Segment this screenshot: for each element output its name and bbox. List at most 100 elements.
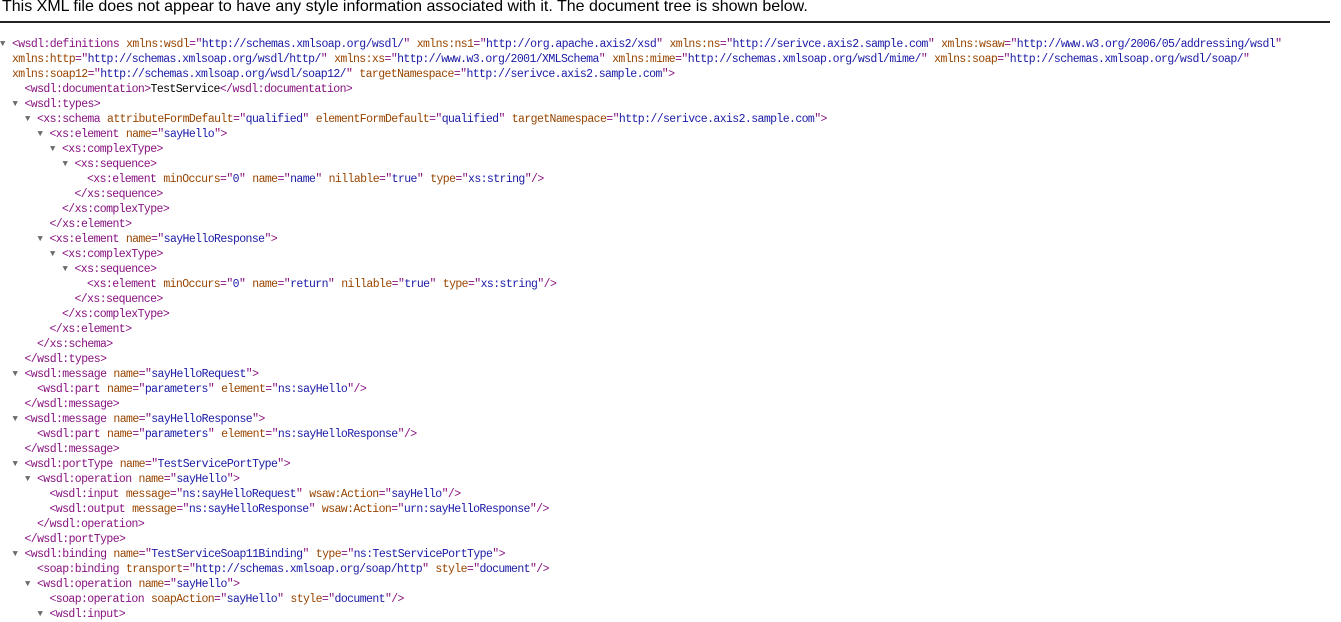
xml-attr-value: sayHello bbox=[226, 593, 278, 606]
xml-tag: <xs:complexType> bbox=[62, 248, 163, 261]
xml-tag: <soap:operation bbox=[49, 593, 145, 606]
xml-attr-name: element bbox=[221, 428, 266, 441]
xml-attr-value: ns:sayHelloResponse bbox=[188, 503, 309, 516]
xml-attr-name: name bbox=[119, 458, 146, 471]
collapse-toggle-icon[interactable]: ▼ bbox=[38, 607, 50, 622]
xml-line: </xs:element> bbox=[0, 322, 1341, 337]
xml-attr-name: name bbox=[138, 473, 165, 486]
xml-punct: =" bbox=[341, 548, 354, 561]
xml-attr-name: xmlns:soap bbox=[934, 53, 998, 66]
xml-tag: <xs:complexType> bbox=[62, 143, 163, 156]
xml-attr-value: document bbox=[334, 593, 386, 606]
xml-punct: " bbox=[320, 53, 328, 66]
xml-punct: =" bbox=[163, 473, 177, 486]
collapse-toggle-icon[interactable]: ▼ bbox=[38, 127, 50, 142]
collapse-toggle-icon[interactable]: ▼ bbox=[25, 112, 37, 127]
xml-punct: " bbox=[598, 53, 606, 66]
xml-tag: <xs:element bbox=[87, 278, 157, 291]
xml-punct: =" bbox=[606, 113, 619, 126]
xml-attr-name: wsaw:Action bbox=[309, 488, 379, 501]
xml-tag: <wsdl:message bbox=[24, 368, 108, 381]
xml-punct: " bbox=[656, 38, 663, 51]
xml-punct: =" bbox=[277, 278, 291, 291]
xml-punct: " bbox=[295, 488, 303, 501]
xml-tag: </xs:complexType> bbox=[62, 203, 170, 216]
xml-tag: <xs:sequence> bbox=[74, 263, 158, 276]
xml-punct: =" bbox=[182, 563, 196, 576]
xml-attr-value: sayHello bbox=[163, 128, 215, 141]
xml-attr-name: attributeFormDefault bbox=[107, 113, 234, 126]
collapse-toggle-icon[interactable]: ▼ bbox=[13, 412, 25, 427]
xml-attr-value: xs:string bbox=[480, 278, 538, 291]
collapse-toggle-icon[interactable]: ▼ bbox=[38, 232, 50, 247]
collapse-toggle-icon[interactable]: ▼ bbox=[50, 247, 62, 262]
xml-attr-value: sayHello bbox=[176, 578, 227, 591]
xml-punct: =" bbox=[144, 458, 158, 471]
xml-punct: " bbox=[238, 173, 246, 186]
collapse-toggle-icon[interactable]: ▼ bbox=[0, 37, 12, 52]
xml-line: </wsdl:message> bbox=[0, 442, 1341, 457]
xml-line: ▼ <xs:element name="sayHelloResponse"> bbox=[0, 232, 1341, 247]
xml-attr-value: TestServiceSoap11Binding bbox=[151, 548, 303, 561]
xml-attr-name: name bbox=[113, 368, 139, 381]
xml-attr-name: type bbox=[442, 278, 469, 291]
xml-punct: =" bbox=[87, 68, 101, 81]
xml-punct: " bbox=[207, 428, 215, 441]
xml-attr-value: sayHelloResponse bbox=[163, 233, 265, 246]
xml-line: <xs:element minOccurs="0" name="name" nilla… bbox=[0, 172, 1341, 187]
xml-attr-name: name bbox=[252, 173, 278, 186]
xml-tag: </xs:schema> bbox=[37, 338, 113, 351]
xml-attr-value: TestServicePortType bbox=[157, 458, 278, 471]
xml-attr-value: parameters bbox=[144, 383, 209, 396]
collapse-toggle-icon[interactable]: ▼ bbox=[63, 262, 75, 277]
xml-tag: <wsdl:types> bbox=[24, 98, 101, 111]
xml-attr-value: urn:sayHelloResponse bbox=[403, 503, 531, 516]
xml-tag: </xs:sequence> bbox=[74, 293, 164, 306]
xml-attr-name: xmlns:mime bbox=[612, 53, 676, 66]
collapse-toggle-icon[interactable]: ▼ bbox=[63, 157, 75, 172]
xml-punct: =" bbox=[132, 428, 145, 441]
collapse-toggle-icon[interactable]: ▼ bbox=[25, 577, 37, 592]
xml-attr-value: name bbox=[290, 173, 316, 186]
xml-tag: <wsdl:operation bbox=[37, 578, 132, 591]
xml-tag: <xs:element bbox=[49, 128, 120, 141]
xml-tag: </xs:sequence> bbox=[74, 188, 164, 201]
collapse-toggle-icon[interactable]: ▼ bbox=[13, 547, 25, 562]
collapse-toggle-icon[interactable]: ▼ bbox=[50, 142, 62, 157]
xml-attr-name: minOccurs bbox=[163, 173, 221, 186]
xml-line: </wsdl:portType> bbox=[0, 532, 1341, 547]
xml-punct: =" bbox=[265, 428, 278, 441]
collapse-toggle-icon[interactable]: ▼ bbox=[13, 457, 25, 472]
xml-attr-name: type bbox=[430, 173, 456, 186]
xml-tag: <xs:sequence> bbox=[74, 158, 158, 171]
collapse-toggle-icon[interactable]: ▼ bbox=[25, 472, 37, 487]
xml-punct: " bbox=[429, 278, 436, 291]
xml-attr-name: name bbox=[113, 413, 139, 426]
xml-punct: " bbox=[302, 548, 309, 561]
xml-punct: " bbox=[498, 113, 505, 126]
xml-attr-name: name bbox=[107, 428, 133, 441]
xml-line: ▼ <wsdl:operation name="sayHello"> bbox=[0, 472, 1341, 487]
xml-attr-name: style bbox=[435, 563, 467, 576]
xml-tag: <xs:element bbox=[87, 173, 157, 186]
xml-tag: /> bbox=[353, 383, 367, 396]
xml-attr-name: name bbox=[125, 233, 152, 246]
xml-tag: </wsdl:operation> bbox=[37, 518, 145, 531]
collapse-toggle-icon[interactable]: ▼ bbox=[13, 97, 25, 112]
xml-tag: <xs:element bbox=[49, 233, 120, 246]
xml-punct: =" bbox=[277, 173, 291, 186]
xml-tag: > bbox=[498, 548, 506, 561]
xml-punct: " bbox=[422, 563, 429, 576]
xml-attr-value: xs:string bbox=[468, 173, 525, 186]
xml-punct: =" bbox=[151, 233, 164, 246]
xml-punct: " bbox=[277, 593, 284, 606]
xml-attr-name: targetNamespace bbox=[511, 113, 607, 126]
xml-line: </xs:complexType> bbox=[0, 307, 1341, 322]
xml-tag: <wsdl:portType bbox=[24, 458, 114, 471]
xml-punct: =" bbox=[719, 38, 733, 51]
collapse-toggle-icon[interactable]: ▼ bbox=[13, 367, 25, 382]
xml-line: ▼ <xs:element name="sayHello"> bbox=[0, 127, 1341, 142]
xml-attr-name: minOccurs bbox=[163, 278, 221, 291]
xml-attr-name: xmlns:wsdl bbox=[126, 38, 190, 51]
xml-attr-name: xmlns:wsaw bbox=[941, 38, 1005, 51]
